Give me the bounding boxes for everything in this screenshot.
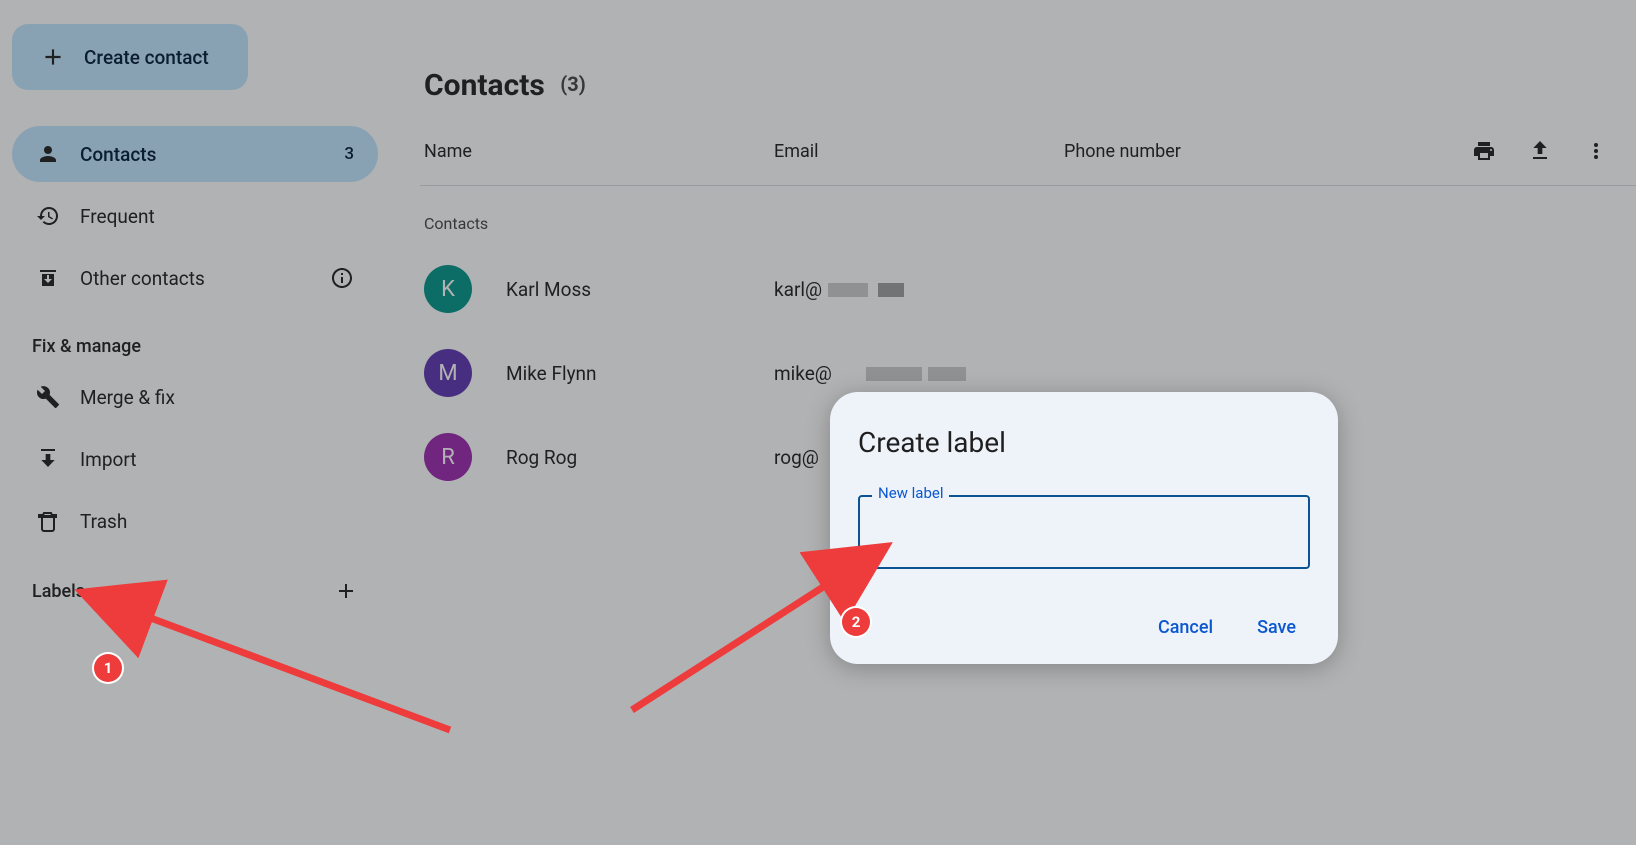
- dialog-title: Create label: [858, 426, 1310, 459]
- save-button[interactable]: Save: [1257, 617, 1296, 638]
- field-label: New label: [872, 484, 949, 502]
- annotation-badge-2: 2: [842, 608, 870, 636]
- new-label-input[interactable]: [858, 495, 1310, 569]
- annotation-badge-1: 1: [94, 654, 122, 682]
- modal-scrim[interactable]: [0, 0, 1636, 845]
- cancel-button[interactable]: Cancel: [1158, 617, 1213, 638]
- create-label-dialog: Create label New label Cancel Save: [830, 392, 1338, 664]
- dialog-actions: Cancel Save: [858, 617, 1310, 638]
- label-field-wrap: New label: [858, 495, 1310, 569]
